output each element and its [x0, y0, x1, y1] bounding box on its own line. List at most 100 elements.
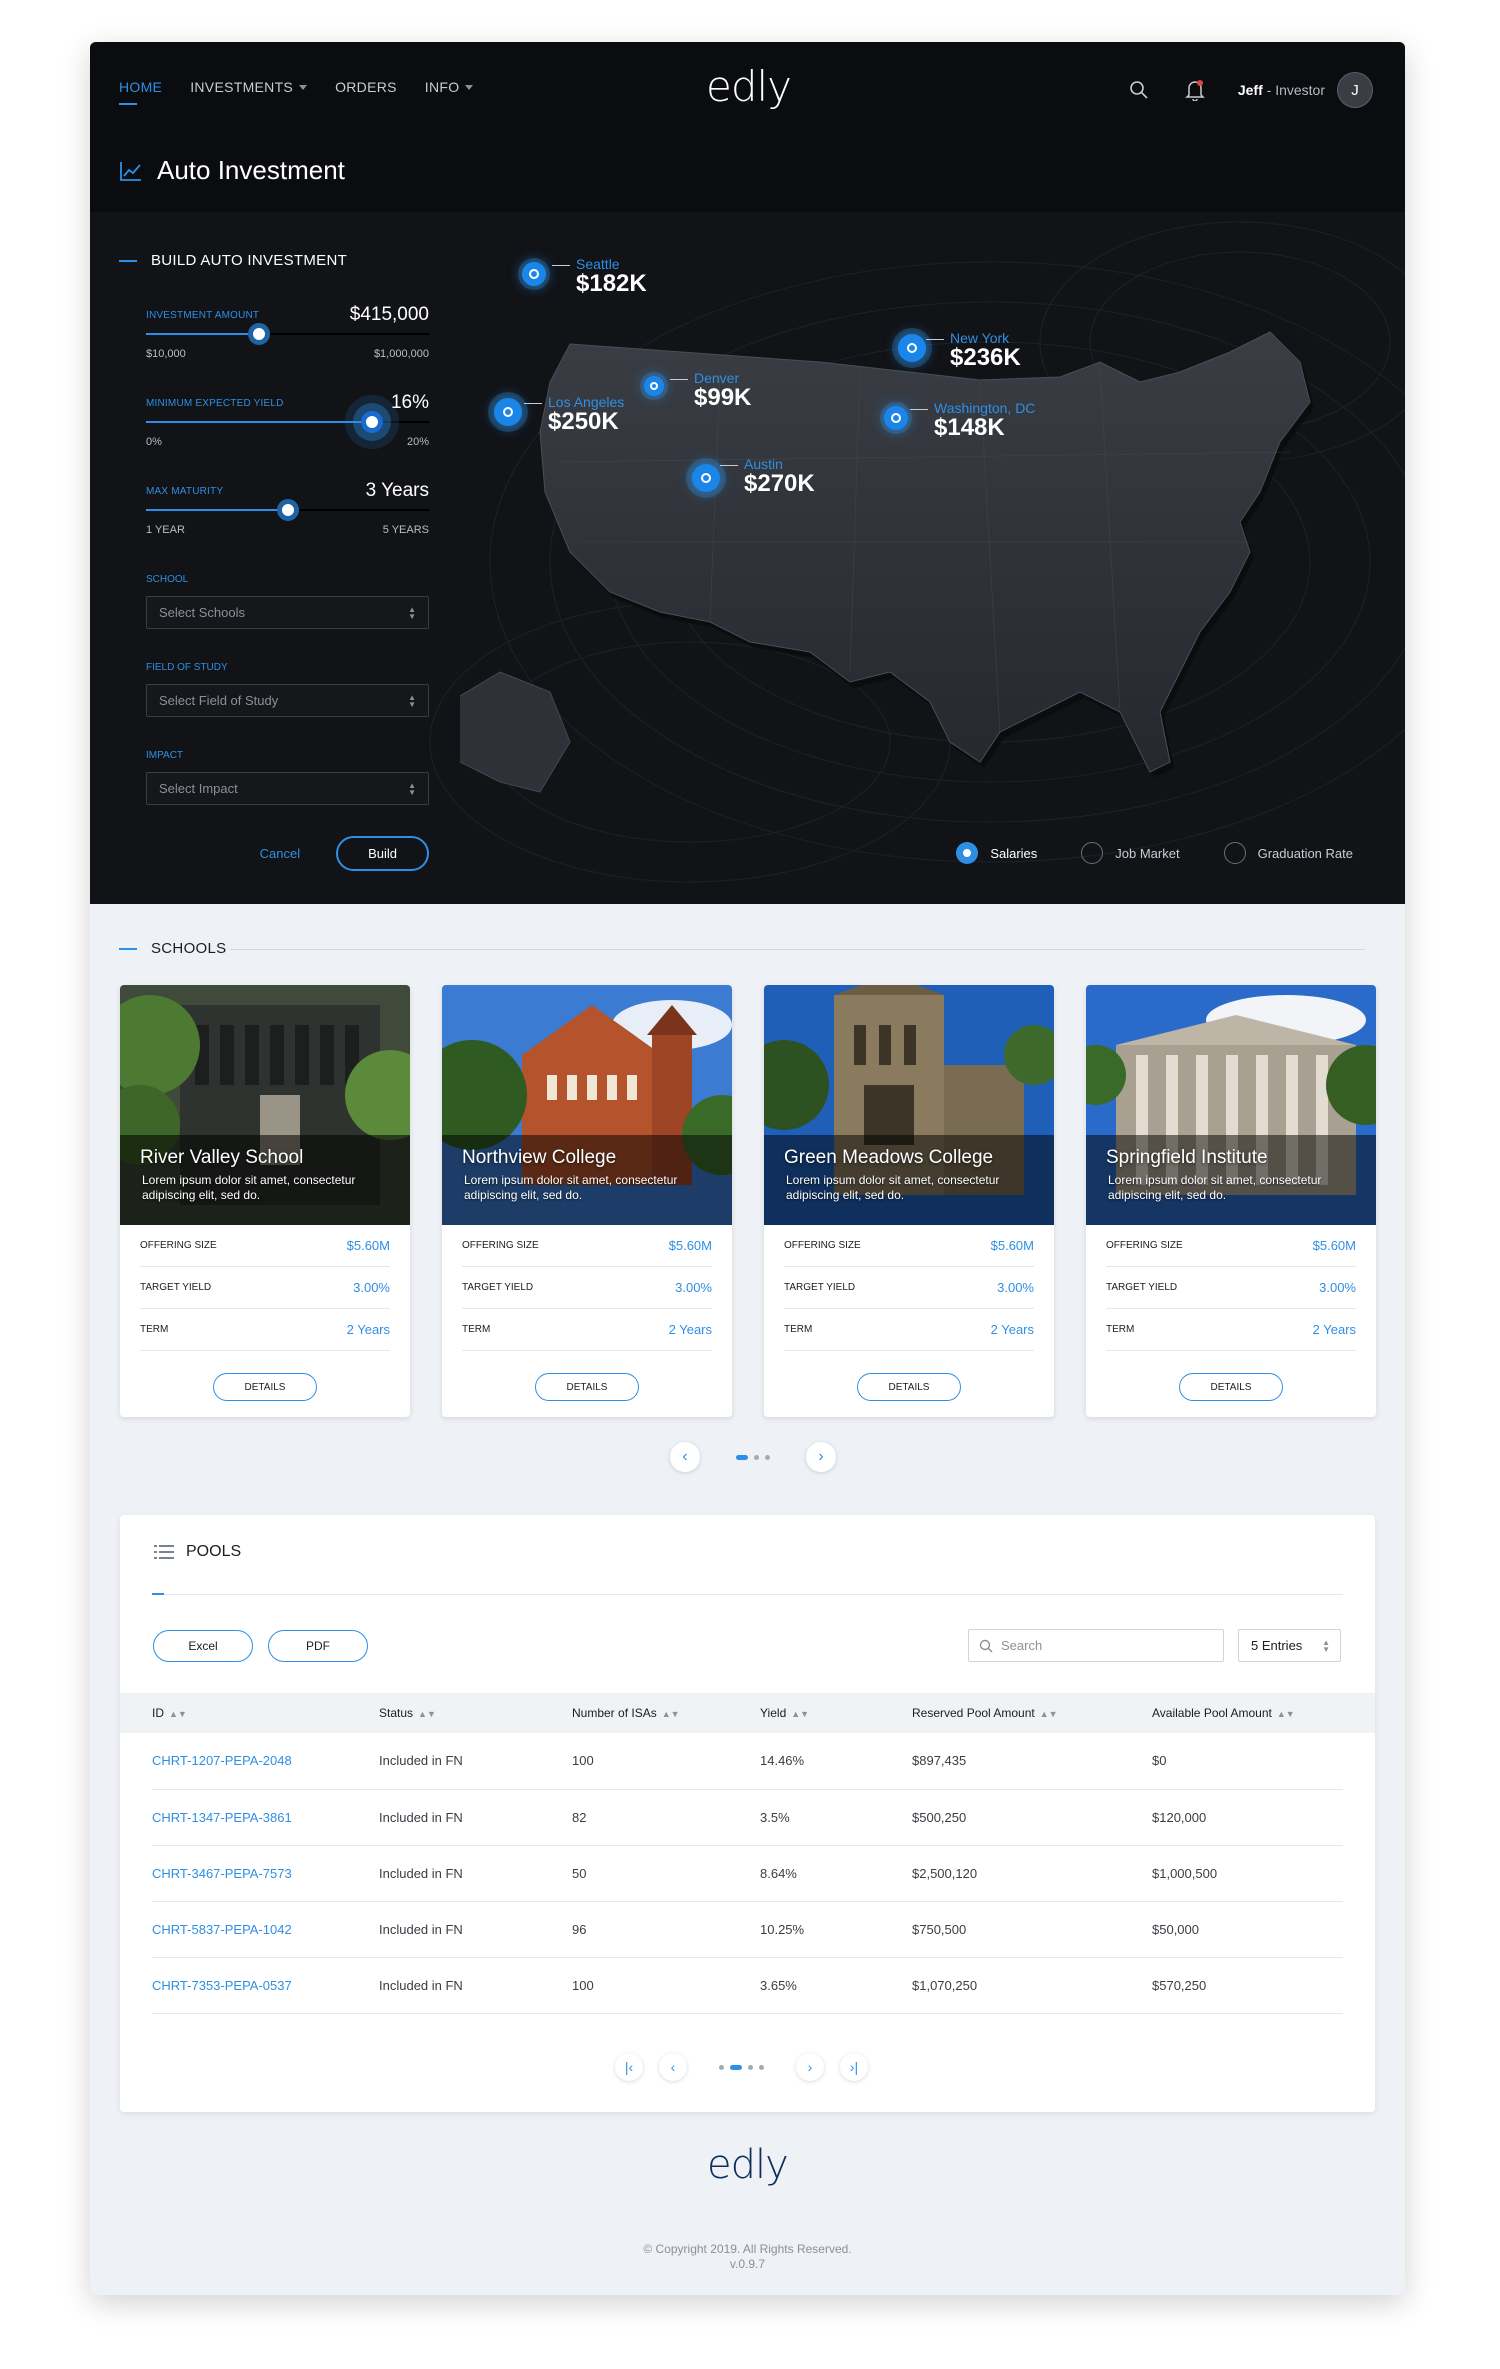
- details-button[interactable]: DETAILS: [535, 1373, 639, 1401]
- row-value: $5.60M: [1312, 1238, 1356, 1253]
- build-heading: BUILD AUTO INVESTMENT: [119, 252, 347, 269]
- field-of-study-select[interactable]: Select Field of Study ▲ ▼: [146, 684, 429, 717]
- slider-thumb[interactable]: [276, 499, 299, 521]
- radio-job-market[interactable]: Job Market: [1081, 842, 1180, 864]
- bell-icon[interactable]: [1182, 77, 1208, 103]
- school-card[interactable]: River Valley School Lorem ipsum dolor si…: [120, 985, 410, 1417]
- table-pad: [1343, 1845, 1375, 1901]
- user-menu[interactable]: Jeff - Investor J: [1238, 72, 1373, 108]
- col-num-isas[interactable]: Number of ISAs ▲▼: [572, 1693, 760, 1733]
- brand-logo[interactable]: edly: [706, 62, 792, 111]
- slider-track[interactable]: [146, 499, 429, 521]
- page-dot[interactable]: [730, 2064, 742, 2070]
- slider-label: MAX MATURITY: [146, 486, 224, 497]
- target-yield-row: TARGET YIELD 3.00%: [140, 1267, 390, 1309]
- pdf-export-button[interactable]: PDF: [268, 1630, 368, 1662]
- pool-id-link[interactable]: CHRT-1347-PEPA-3861: [152, 1789, 379, 1846]
- impact-select[interactable]: Select Impact ▲ ▼: [146, 772, 429, 805]
- page-dot[interactable]: [719, 2064, 724, 2070]
- chevron-right-icon[interactable]: ›: [796, 2053, 824, 2081]
- table-row[interactable]: CHRT-1347-PEPA-3861 Included in FN 82 3.…: [120, 1789, 1375, 1846]
- page-dot[interactable]: [748, 2064, 753, 2070]
- slider-max: 20%: [406, 436, 429, 448]
- table-row[interactable]: CHRT-3467-PEPA-7573 Included in FN 50 8.…: [120, 1845, 1375, 1902]
- build-heading-text: BUILD AUTO INVESTMENT: [151, 252, 348, 269]
- row-label: OFFERING SIZE: [1106, 1240, 1183, 1251]
- pool-num-isas: 50: [572, 1845, 760, 1902]
- school-photo: Springfield Institute Lorem ipsum dolor …: [1086, 985, 1376, 1225]
- pool-available: $0: [1152, 1733, 1343, 1790]
- pool-reserved: $500,250: [912, 1789, 1152, 1846]
- radio-salaries[interactable]: Salaries: [956, 842, 1037, 864]
- school-card[interactable]: Green Meadows College Lorem ipsum dolor …: [764, 985, 1054, 1417]
- carousel-dot[interactable]: [765, 1454, 770, 1460]
- school-card[interactable]: Springfield Institute Lorem ipsum dolor …: [1086, 985, 1376, 1417]
- chevron-right-icon[interactable]: ›: [806, 1442, 836, 1472]
- details-button[interactable]: DETAILS: [857, 1373, 961, 1401]
- slider-track[interactable]: [146, 411, 429, 433]
- table-row[interactable]: CHRT-1207-PEPA-2048 Included in FN 100 1…: [120, 1733, 1375, 1790]
- pin-core: [898, 334, 926, 362]
- entries-select[interactable]: 5 Entries ▲ ▼: [1238, 1629, 1341, 1662]
- nav-info[interactable]: INFO: [425, 79, 474, 95]
- radio-graduation-rate[interactable]: Graduation Rate: [1223, 842, 1353, 864]
- pool-id-link[interactable]: CHRT-7353-PEPA-0537: [152, 1957, 379, 2014]
- offering-size-row: OFFERING SIZE $5.60M: [462, 1225, 712, 1267]
- table-row[interactable]: CHRT-7353-PEPA-0537 Included in FN 100 3…: [120, 1957, 1375, 2014]
- build-button[interactable]: Build: [336, 836, 429, 871]
- pool-id-link[interactable]: CHRT-1207-PEPA-2048: [152, 1733, 379, 1790]
- avatar[interactable]: J: [1337, 72, 1373, 108]
- nav-home[interactable]: HOME: [119, 79, 162, 105]
- nav-investments[interactable]: INVESTMENTS: [190, 79, 308, 95]
- col-status[interactable]: Status ▲▼: [379, 1693, 572, 1733]
- pool-id-link[interactable]: CHRT-3467-PEPA-7573: [152, 1845, 379, 1902]
- details-button[interactable]: DETAILS: [1179, 1373, 1283, 1401]
- nav-orders[interactable]: ORDERS: [335, 79, 397, 95]
- schools-carousel-controls: ‹ ›: [670, 1442, 836, 1472]
- search-icon[interactable]: [1126, 77, 1152, 103]
- slider-thumb[interactable]: [361, 411, 384, 433]
- table-row[interactable]: CHRT-5837-PEPA-1042 Included in FN 96 10…: [120, 1901, 1375, 1958]
- column-label: Available Pool Amount: [1152, 1706, 1272, 1720]
- us-map-shape: [449, 331, 1314, 793]
- row-value: 3.00%: [997, 1280, 1034, 1295]
- slider-fill: [146, 421, 373, 423]
- pin-inner: [650, 382, 658, 390]
- cancel-button[interactable]: Cancel: [260, 846, 300, 861]
- col-available[interactable]: Available Pool Amount ▲▼: [1152, 1693, 1343, 1733]
- first-page-icon[interactable]: |‹: [615, 2053, 643, 2081]
- pool-yield: 8.64%: [760, 1845, 912, 1902]
- col-id[interactable]: ID ▲▼: [152, 1693, 379, 1733]
- last-page-icon[interactable]: ›|: [840, 2053, 868, 2081]
- pin-core: [522, 262, 546, 286]
- row-value: 3.00%: [1319, 1280, 1356, 1295]
- slider-track[interactable]: [146, 323, 429, 345]
- investment-amount-slider: INVESTMENT AMOUNT $415,000 $10,000 $1,00…: [146, 304, 429, 392]
- school-description: Lorem ipsum dolor sit amet, consectetur …: [1108, 1173, 1322, 1202]
- pool-reserved: $897,435: [912, 1733, 1152, 1790]
- pin-marker: [880, 402, 912, 434]
- page-dot[interactable]: [759, 2064, 764, 2070]
- slider-thumb[interactable]: [248, 323, 271, 345]
- app-window: HOME INVESTMENTS ORDERS INFO edly Jeff -…: [90, 42, 1405, 2295]
- pool-id-link[interactable]: CHRT-5837-PEPA-1042: [152, 1901, 379, 1958]
- pool-num-isas: 82: [572, 1789, 760, 1846]
- sort-icon: ▲▼: [1039, 1709, 1058, 1719]
- chevron-left-icon[interactable]: ‹: [670, 1442, 700, 1472]
- school-select[interactable]: Select Schools ▲ ▼: [146, 596, 429, 629]
- table-pad: [120, 1789, 152, 1845]
- carousel-dot[interactable]: [736, 1454, 748, 1460]
- col-reserved[interactable]: Reserved Pool Amount ▲▼: [912, 1693, 1152, 1733]
- updown-icon: ▲ ▼: [408, 693, 416, 709]
- chevron-left-icon[interactable]: ‹: [659, 2053, 687, 2081]
- col-yield[interactable]: Yield ▲▼: [760, 1693, 912, 1733]
- pool-available: $570,250: [1152, 1957, 1343, 2014]
- row-label: TARGET YIELD: [140, 1282, 212, 1293]
- school-card[interactable]: Northview College Lorem ipsum dolor sit …: [442, 985, 732, 1417]
- user-area: Jeff - Investor J: [1126, 72, 1373, 108]
- details-button[interactable]: DETAILS: [213, 1373, 317, 1401]
- excel-export-button[interactable]: Excel: [153, 1630, 253, 1662]
- schools-heading: SCHOOLS: [119, 940, 226, 957]
- carousel-dot[interactable]: [754, 1454, 759, 1460]
- search-input[interactable]: [1001, 1638, 1201, 1653]
